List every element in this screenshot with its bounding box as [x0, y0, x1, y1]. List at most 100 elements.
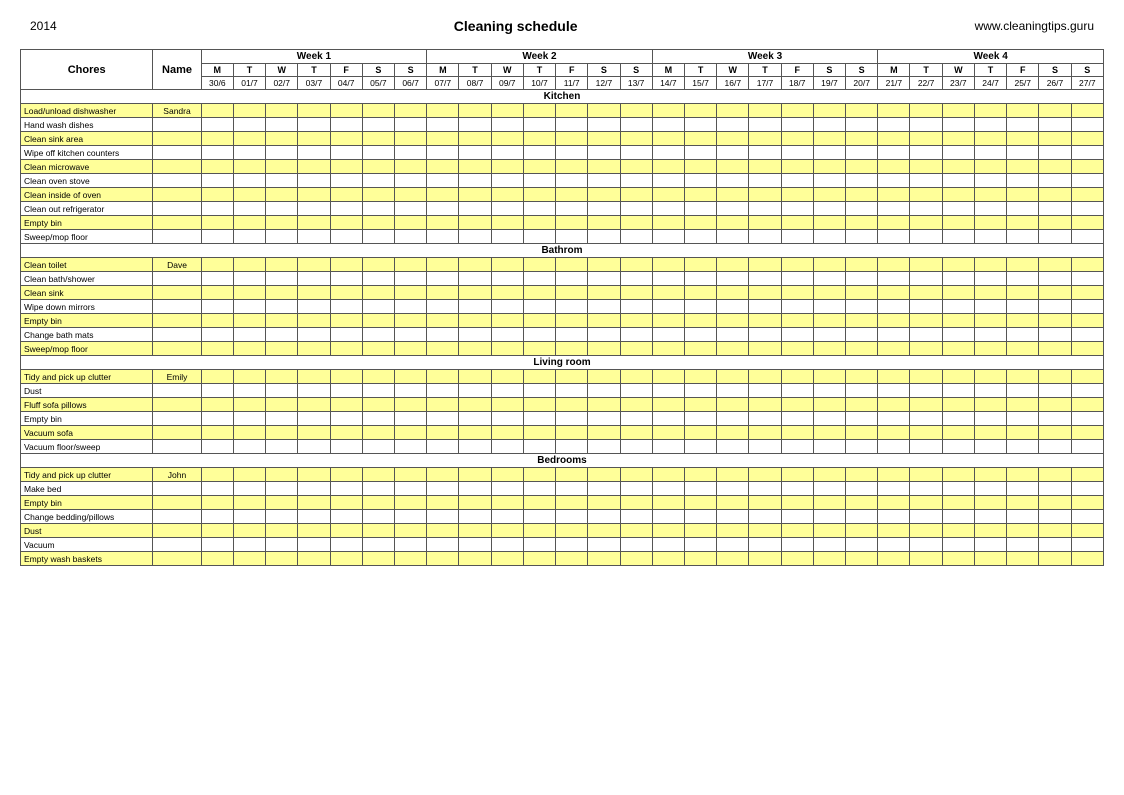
day-cell[interactable] [523, 258, 555, 272]
day-cell[interactable] [846, 132, 878, 146]
day-cell[interactable] [878, 146, 910, 160]
day-cell[interactable] [427, 524, 459, 538]
day-cell[interactable] [717, 538, 749, 552]
day-cell[interactable] [878, 286, 910, 300]
day-cell[interactable] [813, 174, 845, 188]
day-cell[interactable] [298, 188, 330, 202]
day-cell[interactable] [201, 160, 233, 174]
day-cell[interactable] [620, 482, 652, 496]
day-cell[interactable] [1039, 524, 1071, 538]
day-cell[interactable] [201, 538, 233, 552]
day-cell[interactable] [620, 384, 652, 398]
day-cell[interactable] [362, 286, 394, 300]
day-cell[interactable] [781, 426, 813, 440]
day-cell[interactable] [974, 314, 1006, 328]
day-cell[interactable] [491, 412, 523, 426]
day-cell[interactable] [491, 160, 523, 174]
day-cell[interactable] [330, 314, 362, 328]
day-cell[interactable] [717, 174, 749, 188]
day-cell[interactable] [910, 104, 942, 118]
day-cell[interactable] [491, 538, 523, 552]
day-cell[interactable] [1071, 398, 1103, 412]
day-cell[interactable] [330, 160, 362, 174]
day-cell[interactable] [394, 160, 426, 174]
day-cell[interactable] [749, 328, 781, 342]
day-cell[interactable] [330, 328, 362, 342]
day-cell[interactable] [266, 314, 298, 328]
day-cell[interactable] [781, 286, 813, 300]
day-cell[interactable] [781, 314, 813, 328]
day-cell[interactable] [362, 412, 394, 426]
day-cell[interactable] [233, 552, 265, 566]
day-cell[interactable] [427, 160, 459, 174]
day-cell[interactable] [362, 538, 394, 552]
day-cell[interactable] [362, 272, 394, 286]
day-cell[interactable] [620, 188, 652, 202]
day-cell[interactable] [330, 174, 362, 188]
day-cell[interactable] [781, 524, 813, 538]
day-cell[interactable] [266, 440, 298, 454]
day-cell[interactable] [394, 188, 426, 202]
day-cell[interactable] [459, 342, 491, 356]
day-cell[interactable] [878, 132, 910, 146]
day-cell[interactable] [556, 468, 588, 482]
day-cell[interactable] [1007, 496, 1039, 510]
day-cell[interactable] [749, 104, 781, 118]
day-cell[interactable] [717, 496, 749, 510]
day-cell[interactable] [330, 230, 362, 244]
day-cell[interactable] [523, 104, 555, 118]
day-cell[interactable] [717, 104, 749, 118]
day-cell[interactable] [233, 104, 265, 118]
day-cell[interactable] [427, 146, 459, 160]
day-cell[interactable] [910, 482, 942, 496]
day-cell[interactable] [878, 342, 910, 356]
day-cell[interactable] [781, 146, 813, 160]
day-cell[interactable] [491, 482, 523, 496]
day-cell[interactable] [878, 314, 910, 328]
day-cell[interactable] [717, 146, 749, 160]
day-cell[interactable] [717, 216, 749, 230]
day-cell[interactable] [459, 146, 491, 160]
day-cell[interactable] [846, 146, 878, 160]
day-cell[interactable] [427, 188, 459, 202]
day-cell[interactable] [910, 384, 942, 398]
day-cell[interactable] [427, 230, 459, 244]
day-cell[interactable] [1071, 342, 1103, 356]
day-cell[interactable] [427, 202, 459, 216]
day-cell[interactable] [846, 426, 878, 440]
day-cell[interactable] [266, 496, 298, 510]
day-cell[interactable] [266, 412, 298, 426]
day-cell[interactable] [362, 510, 394, 524]
day-cell[interactable] [233, 370, 265, 384]
day-cell[interactable] [523, 412, 555, 426]
day-cell[interactable] [330, 496, 362, 510]
day-cell[interactable] [620, 426, 652, 440]
day-cell[interactable] [652, 370, 684, 384]
day-cell[interactable] [974, 342, 1006, 356]
day-cell[interactable] [974, 300, 1006, 314]
day-cell[interactable] [813, 328, 845, 342]
day-cell[interactable] [523, 426, 555, 440]
day-cell[interactable] [556, 160, 588, 174]
day-cell[interactable] [394, 482, 426, 496]
day-cell[interactable] [910, 440, 942, 454]
day-cell[interactable] [459, 174, 491, 188]
day-cell[interactable] [556, 258, 588, 272]
day-cell[interactable] [523, 440, 555, 454]
day-cell[interactable] [201, 272, 233, 286]
day-cell[interactable] [1039, 398, 1071, 412]
day-cell[interactable] [942, 216, 974, 230]
day-cell[interactable] [491, 370, 523, 384]
day-cell[interactable] [717, 328, 749, 342]
day-cell[interactable] [684, 468, 716, 482]
day-cell[interactable] [588, 132, 620, 146]
day-cell[interactable] [813, 188, 845, 202]
day-cell[interactable] [620, 104, 652, 118]
day-cell[interactable] [620, 342, 652, 356]
day-cell[interactable] [588, 398, 620, 412]
day-cell[interactable] [1039, 132, 1071, 146]
day-cell[interactable] [298, 398, 330, 412]
day-cell[interactable] [233, 398, 265, 412]
day-cell[interactable] [1007, 230, 1039, 244]
day-cell[interactable] [749, 412, 781, 426]
